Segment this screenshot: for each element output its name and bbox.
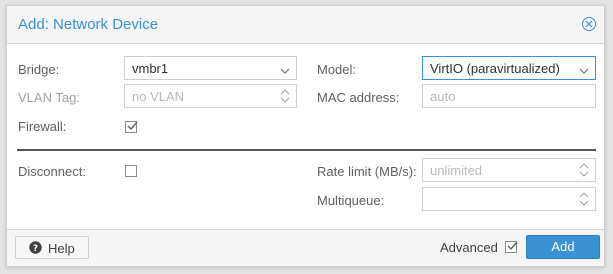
checkmark-icon — [127, 121, 138, 131]
firewall-checkbox[interactable] — [125, 121, 138, 133]
question-circle-icon: ? — [29, 241, 42, 257]
disconnect-label: Disconnect: — [18, 164, 86, 179]
model-label: Model: — [317, 62, 357, 77]
spinner-arrows-icon[interactable] — [579, 162, 589, 181]
model-value: VirtIO (paravirtualized) — [430, 61, 560, 76]
rate-limit-input[interactable]: unlimited — [422, 158, 596, 182]
svg-text:?: ? — [33, 244, 38, 254]
advanced-label: Advanced — [440, 240, 498, 255]
disconnect-checkbox[interactable] — [125, 165, 137, 177]
checkmark-icon — [507, 241, 518, 251]
add-network-device-dialog: Add: Network Device Bridge: vmbr1 VLAN T… — [6, 5, 605, 267]
advanced-separator — [17, 149, 596, 151]
multiqueue-input[interactable] — [422, 187, 596, 211]
spinner-arrows-icon[interactable] — [280, 88, 290, 107]
chevron-down-icon[interactable] — [579, 63, 589, 78]
rate-limit-label: Rate limit (MB/s): — [317, 164, 417, 179]
vlan-tag-input[interactable]: no VLAN — [124, 84, 297, 108]
add-button[interactable]: Add — [526, 235, 600, 259]
rate-limit-placeholder: unlimited — [430, 163, 483, 178]
mac-address-label: MAC address: — [317, 90, 400, 105]
dialog-title: Add: Network Device — [18, 16, 159, 33]
help-button[interactable]: ? Help — [15, 236, 89, 259]
bridge-select[interactable]: vmbr1 — [124, 56, 297, 80]
dialog-footer: ? Help Advanced Add — [7, 229, 604, 266]
spinner-arrows-icon[interactable] — [579, 191, 589, 210]
vlan-tag-placeholder: no VLAN — [132, 89, 185, 104]
bridge-label: Bridge: — [18, 62, 60, 77]
mac-address-input[interactable]: auto — [422, 84, 596, 108]
mac-address-placeholder: auto — [430, 89, 456, 104]
chevron-down-icon[interactable] — [280, 63, 290, 78]
vlan-tag-label: VLAN Tag: — [18, 90, 80, 105]
close-icon[interactable] — [582, 17, 596, 31]
bridge-value: vmbr1 — [132, 61, 169, 76]
advanced-checkbox[interactable] — [505, 241, 518, 253]
dialog-header: Add: Network Device — [7, 6, 604, 44]
multiqueue-label: Multiqueue: — [317, 193, 385, 208]
help-label: Help — [48, 241, 75, 256]
firewall-label: Firewall: — [18, 119, 67, 134]
model-select[interactable]: VirtIO (paravirtualized) — [422, 56, 596, 80]
